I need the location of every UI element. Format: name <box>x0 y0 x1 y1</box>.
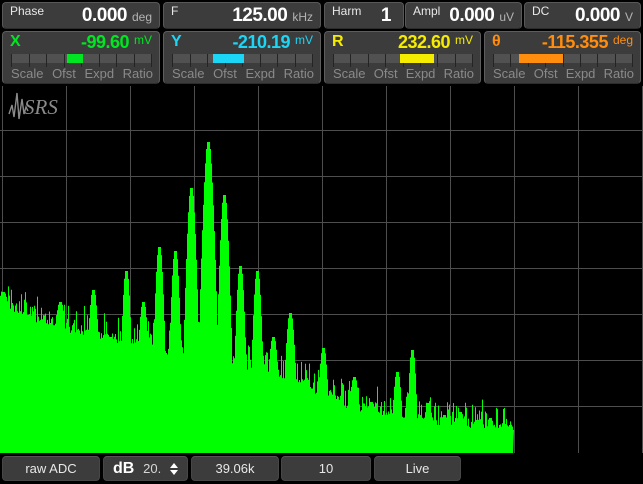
down-arrow-icon <box>170 469 178 475</box>
channel-theta-scale-button[interactable]: Scale <box>493 66 526 81</box>
channel-box-theta[interactable]: θ -115.355 deg Scale Ofst Expd Ratio <box>484 31 641 84</box>
bottom-bar: raw ADC dB 20. 39.06k 10 Live <box>0 453 643 484</box>
amplitude-label: Ampl <box>413 4 441 18</box>
channel-box-y[interactable]: Y -210.19 mV Scale Ofst Expd Ratio <box>163 31 321 84</box>
channel-y-label: Y <box>171 33 182 50</box>
channel-y-scale-button[interactable]: Scale <box>172 66 205 81</box>
channel-r-label: R <box>332 33 344 50</box>
harmonic-value: 1 <box>380 5 392 26</box>
dc-offset-readout-box[interactable]: DC 0.000 V <box>524 2 641 29</box>
averages-button[interactable]: 10 <box>281 456 371 481</box>
amplitude-readout-box[interactable]: Ampl 0.000 uV <box>405 2 522 29</box>
channel-x-unit: mV <box>134 33 152 47</box>
channel-box-r[interactable]: R 232.60 mV Scale Ofst Expd Ratio <box>324 31 481 84</box>
channel-r-expd-button[interactable]: Expd <box>406 66 436 81</box>
span-button[interactable]: 39.06k <box>191 456 279 481</box>
harmonic-readout-box[interactable]: Harm 1 <box>324 2 404 29</box>
frequency-unit: kHz <box>292 10 313 24</box>
span-label: 39.06k <box>215 461 255 476</box>
channel-y-offset-indicator <box>212 54 245 63</box>
channel-x-scale-button[interactable]: Scale <box>11 66 44 81</box>
phase-label: Phase <box>10 4 45 18</box>
channel-y-unit: mV <box>295 33 313 47</box>
phase-unit: deg <box>131 10 152 24</box>
channel-r-ofst-button[interactable]: Ofst <box>374 66 398 81</box>
channel-x-expd-button[interactable]: Expd <box>84 66 114 81</box>
channel-r-scale-button[interactable]: Scale <box>333 66 366 81</box>
frequency-value: 125.00 <box>232 5 288 26</box>
channel-theta-ratio-button[interactable]: Ratio <box>604 66 634 81</box>
db-scale-control[interactable]: dB 20. <box>103 456 188 481</box>
srs-logo: SRS <box>7 90 69 127</box>
dc-offset-unit: V <box>624 10 633 24</box>
phase-value: 0.000 <box>81 5 128 26</box>
channel-theta-expd-button[interactable]: Expd <box>566 66 596 81</box>
channel-theta-label: θ <box>492 33 501 50</box>
db-label: dB <box>113 459 135 477</box>
spectrum-plot: SRS <box>0 86 643 453</box>
dc-offset-value: 0.000 <box>574 5 621 26</box>
amplitude-value: 0.000 <box>449 5 495 26</box>
db-value: 20. <box>143 461 162 476</box>
frequency-readout-box[interactable]: F 125.00 kHz <box>163 2 321 29</box>
source-button[interactable]: raw ADC <box>2 456 100 481</box>
up-arrow-icon <box>170 462 178 468</box>
channel-y-value: -210.19 <box>232 32 290 52</box>
channel-y-expd-button[interactable]: Expd <box>245 66 275 81</box>
harmonic-label: Harm <box>332 4 362 18</box>
channel-theta-offset-slider[interactable] <box>493 54 633 67</box>
channel-x-ofst-button[interactable]: Ofst <box>52 66 76 81</box>
live-label: Live <box>405 461 430 476</box>
channel-r-value: 232.60 <box>397 32 451 52</box>
channel-r-offset-indicator <box>399 54 435 63</box>
channel-x-offset-indicator <box>67 54 84 63</box>
spectrum-canvas <box>0 86 643 453</box>
channel-x-label: X <box>10 33 21 50</box>
live-button[interactable]: Live <box>374 456 461 481</box>
spinner-icon[interactable] <box>170 462 178 475</box>
averages-label: 10 <box>318 461 334 476</box>
instrument-screen: Phase 0.000 deg F 125.00 kHz Harm 1 Ampl 0… <box>0 0 643 484</box>
channel-y-offset-slider[interactable] <box>172 54 313 67</box>
dc-offset-label: DC <box>532 4 550 18</box>
channel-theta-ofst-button[interactable]: Ofst <box>534 66 558 81</box>
channel-theta-offset-indicator <box>518 54 564 63</box>
channel-x-offset-slider[interactable] <box>11 54 152 67</box>
source-label: raw ADC <box>25 461 77 476</box>
svg-text:SRS: SRS <box>24 95 58 119</box>
amplitude-unit: uV <box>499 10 514 24</box>
channel-y-ofst-button[interactable]: Ofst <box>213 66 237 81</box>
channel-r-ratio-button[interactable]: Ratio <box>444 66 474 81</box>
phase-readout-box[interactable]: Phase 0.000 deg <box>2 2 160 29</box>
channel-theta-value: -115.355 <box>541 32 609 52</box>
channel-r-unit: mV <box>455 33 473 47</box>
channel-x-ratio-button[interactable]: Ratio <box>123 66 153 81</box>
frequency-label: F <box>171 4 179 18</box>
channel-box-x[interactable]: X -99.60 mV Scale Ofst Expd Ratio <box>2 31 160 84</box>
channel-y-ratio-button[interactable]: Ratio <box>284 66 314 81</box>
channel-x-value: -99.60 <box>80 32 130 52</box>
channel-r-offset-slider[interactable] <box>333 54 473 67</box>
channel-theta-unit: deg <box>612 33 633 47</box>
